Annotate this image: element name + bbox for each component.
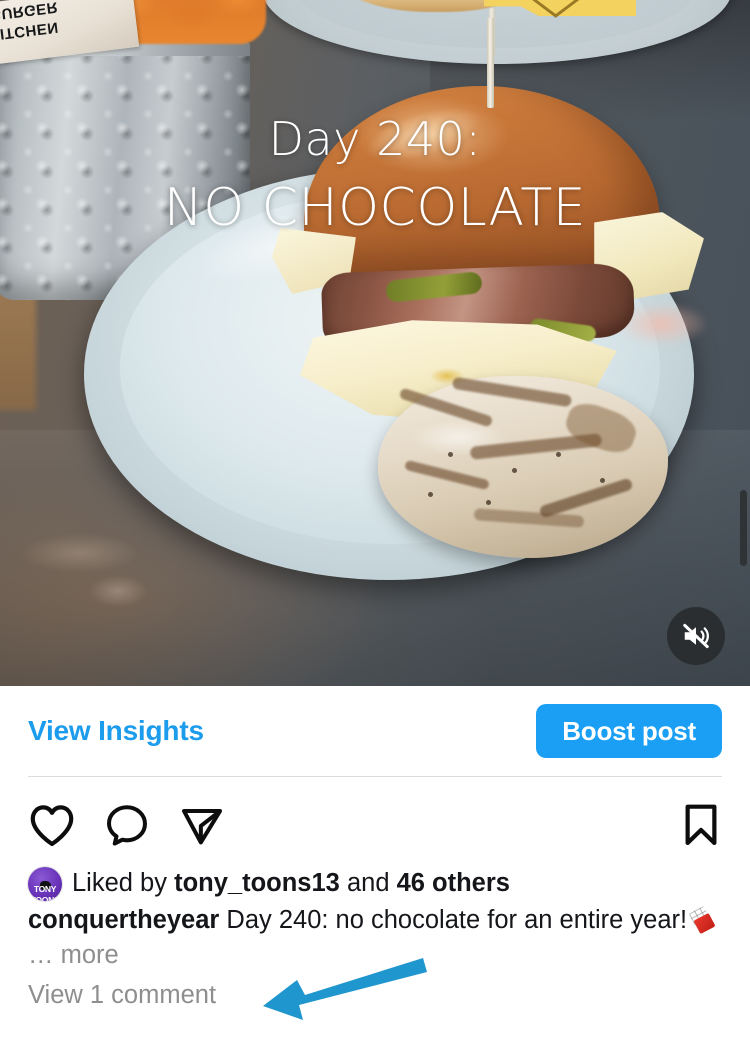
pepper-fleck: [448, 452, 453, 457]
caption-block: TONY TOONS Liked by tony_toons13 and 46 …: [28, 866, 728, 1013]
wrapper-text-line-2: KITCHEN: [0, 18, 60, 44]
section-divider: [28, 776, 722, 777]
avatar-text-line-2: TOONS: [30, 894, 60, 901]
liked-by-row[interactable]: TONY TOONS Liked by tony_toons13 and 46 …: [28, 866, 728, 901]
liker-username[interactable]: tony_toons13: [174, 869, 340, 897]
more-link[interactable]: more: [61, 941, 119, 969]
post-media[interactable]: BURGER KITCHEN Day 240: NO CHOCOLATE: [0, 0, 750, 686]
comment-bubble-icon[interactable]: [104, 803, 150, 847]
media-scrollbar[interactable]: [740, 490, 747, 566]
burger-skewer: [487, 18, 494, 108]
primary-actions: [28, 803, 226, 847]
caption-line: conquertheyear Day 240: no chocolate for…: [28, 903, 728, 973]
liked-by-text: Liked by tony_toons13 and 46 others: [72, 866, 510, 901]
pepper-fleck: [512, 468, 517, 473]
speaker-muted-icon[interactable]: [667, 607, 725, 665]
secondary-actions: [680, 802, 722, 848]
avatar[interactable]: TONY TOONS: [28, 866, 62, 901]
table-smudge: [20, 533, 140, 573]
instagram-post-screen: BURGER KITCHEN Day 240: NO CHOCOLATE Vie…: [0, 0, 750, 1038]
pepper-fleck: [486, 500, 491, 505]
table-smudge: [88, 575, 148, 607]
caption-text: Day 240: no chocolate for an entire year…: [226, 906, 688, 934]
pepper-fleck: [600, 478, 605, 483]
pepper-fleck: [556, 452, 561, 457]
view-insights-button[interactable]: View Insights: [28, 715, 204, 747]
caption-ellipsis: …: [28, 941, 54, 969]
chocolate-bar-emoji: [688, 905, 716, 935]
post-image: BURGER KITCHEN: [0, 0, 750, 686]
post-actions-bar: [0, 788, 750, 862]
liked-by-conjunction: and: [346, 869, 390, 897]
pepper-fleck: [428, 492, 433, 497]
view-comments-link[interactable]: View 1 comment: [28, 978, 728, 1013]
liked-by-prefix: Liked by: [72, 869, 167, 897]
others-count[interactable]: 46 others: [397, 869, 510, 897]
paper-plane-icon[interactable]: [178, 803, 226, 847]
bookmark-icon[interactable]: [680, 802, 722, 848]
boost-post-button[interactable]: Boost post: [536, 704, 722, 758]
caption-username[interactable]: conquertheyear: [28, 906, 219, 934]
heart-icon[interactable]: [28, 803, 76, 847]
insights-row: View Insights Boost post: [0, 686, 750, 776]
